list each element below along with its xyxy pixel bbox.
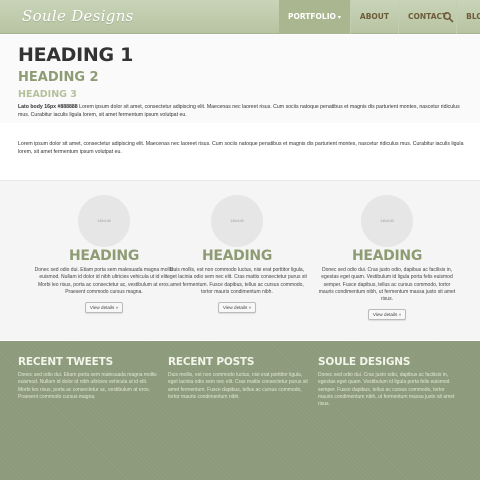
footer-text: Donec sed odio dui. Etiam porta sem male… xyxy=(18,372,157,400)
brand-logo[interactable]: Soule Designs xyxy=(22,7,134,25)
image-placeholder: 140x140 xyxy=(361,195,413,247)
footer-heading: SOULE DESIGNS xyxy=(318,356,411,368)
body-text: Lorem ipsum dolor sit amet, consectetur … xyxy=(18,104,460,118)
feature-card: 140x140 HEADING Duis mollis, est non com… xyxy=(167,195,307,314)
feature-heading: HEADING xyxy=(68,248,140,264)
view-details-button[interactable]: View details » xyxy=(84,302,124,314)
feature-heading: HEADING xyxy=(201,248,273,264)
feature-heading: HEADING xyxy=(351,248,423,264)
footer-heading: RECENT POSTS xyxy=(168,356,255,368)
footer-column-posts: RECENT POSTS Duis mollis, est non commod… xyxy=(168,356,308,401)
body-paragraph-2: Lorem ipsum dolor sit amet, consectetur … xyxy=(18,141,464,155)
search-icon[interactable] xyxy=(442,11,454,23)
footer-text: Donec sed odio dui. Cras justo odio, dap… xyxy=(318,372,455,408)
heading-3: HEADING 3 xyxy=(18,89,77,100)
feature-text: Duis mollis, est non commodo luctus, nis… xyxy=(167,267,307,295)
view-details-button[interactable]: View details » xyxy=(217,302,257,314)
footer-column-about: SOULE DESIGNS Donec sed odio dui. Cras j… xyxy=(318,356,458,408)
nav-item-about[interactable]: ABOUT xyxy=(351,0,398,34)
chevron-down-icon: ▾ xyxy=(337,14,341,21)
feature-text: Donec sed odio dui. Etiam porta sem male… xyxy=(34,267,174,295)
footer-heading: RECENT TWEETS xyxy=(18,356,113,368)
body-paragraph-1: Lato body 16px #888888 Lorem ipsum dolor… xyxy=(18,103,464,119)
image-placeholder: 140x140 xyxy=(211,195,263,247)
view-details-button[interactable]: View details » xyxy=(367,309,407,321)
body-label: Lato body 16px #888888 xyxy=(18,104,78,110)
heading-1: HEADING 1 xyxy=(18,44,134,66)
top-navbar: Soule Designs PORTFOLIO ▾ ABOUT CONTACT B… xyxy=(0,0,480,34)
nav-item-blog[interactable]: BLOG xyxy=(457,0,480,34)
footer-column-tweets: RECENT TWEETS Donec sed odio dui. Etiam … xyxy=(18,356,158,401)
image-placeholder: 140x140 xyxy=(78,195,130,247)
feature-card: 140x140 HEADING Donec sed odio dui. Etia… xyxy=(34,195,174,314)
heading-2: HEADING 2 xyxy=(18,70,99,85)
nav-item-label: PORTFOLIO xyxy=(288,12,336,21)
feature-text: Donec sed odio dui. Cras justo odio, dap… xyxy=(318,267,456,303)
footer-text: Duis mollis, est non commodo luctus, nis… xyxy=(168,372,308,400)
nav-item-portfolio[interactable]: PORTFOLIO ▾ xyxy=(279,0,350,34)
feature-card: 140x140 HEADING Donec sed odio dui. Cras… xyxy=(317,195,457,321)
